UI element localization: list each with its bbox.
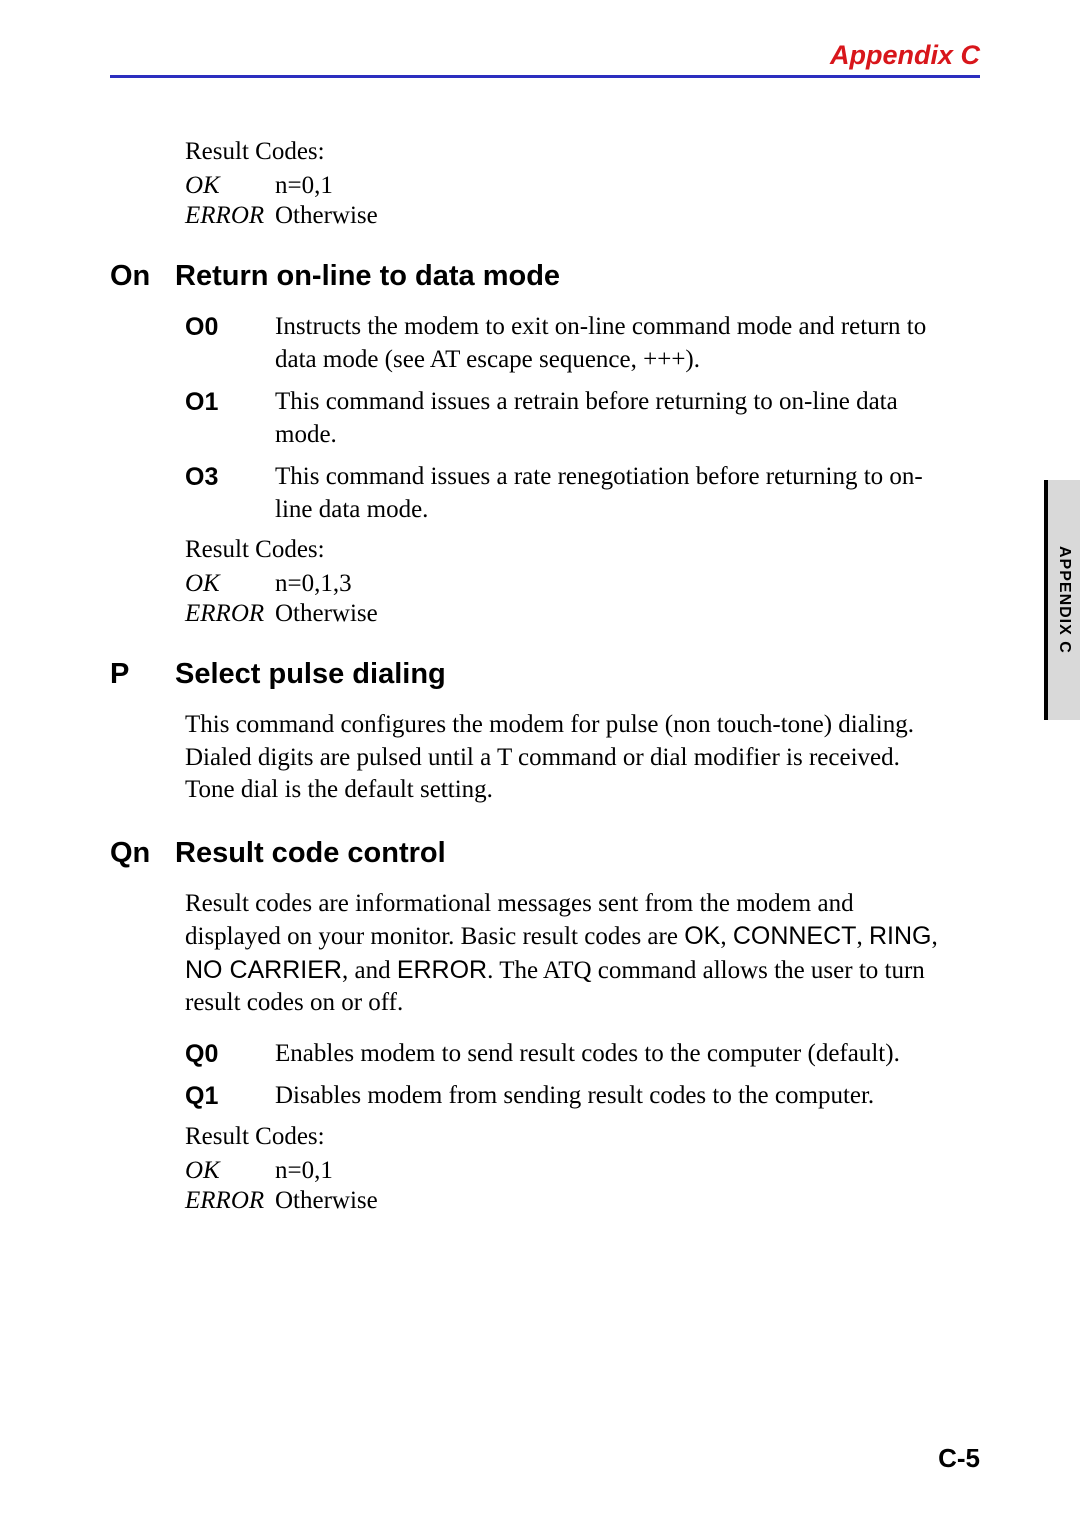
side-tab: APPENDIX C	[1044, 480, 1080, 720]
def-o1: O1 This command issues a retrain before …	[185, 386, 980, 451]
qn-sep4: , and	[342, 957, 397, 984]
rc-ok-row: OK n=0,1	[185, 172, 980, 200]
rc-ok-key: OK	[185, 1157, 275, 1185]
qn-result-codes: Result Codes: OK n=0,1 ERROR Otherwise	[185, 1123, 980, 1215]
def-q0-desc: Enables modem to send result codes to th…	[275, 1038, 980, 1071]
rc-error-key: ERROR	[185, 600, 275, 628]
rc-error-val: Otherwise	[275, 1187, 378, 1215]
heading-p-title: Select pulse dialing	[175, 658, 446, 691]
rc-error-val: Otherwise	[275, 600, 378, 628]
rc-ok-row: OK n=0,1,3	[185, 570, 980, 598]
qn-sep2: ,	[856, 923, 869, 950]
heading-qn-title: Result code control	[175, 837, 446, 870]
rc-error-key: ERROR	[185, 1187, 275, 1215]
def-o0: O0 Instructs the modem to exit on-line c…	[185, 311, 980, 376]
rc-ok-key: OK	[185, 570, 275, 598]
rc-label: Result Codes:	[185, 138, 980, 166]
header-appendix: Appendix C	[830, 40, 980, 70]
def-o3-term: O3	[185, 461, 275, 526]
rc-label: Result Codes:	[185, 536, 980, 564]
rc-error-key: ERROR	[185, 202, 275, 230]
def-q1-desc: Disables modem from sending result codes…	[275, 1080, 980, 1113]
heading-p-code: P	[110, 658, 175, 691]
rc-error-val: Otherwise	[275, 202, 378, 230]
qn-sep3: ,	[931, 923, 937, 950]
rc-ok-val: n=0,1,3	[275, 570, 352, 598]
header-rule: Appendix C	[110, 40, 980, 78]
heading-on-title: Return on-line to data mode	[175, 260, 560, 293]
def-o3: O3 This command issues a rate renegotiat…	[185, 461, 980, 526]
page-number: C-5	[938, 1443, 980, 1474]
heading-qn-code: Qn	[110, 837, 175, 870]
def-o1-desc: This command issues a retrain before ret…	[275, 386, 980, 451]
heading-on: On Return on-line to data mode	[110, 260, 980, 293]
def-q0-term: Q0	[185, 1038, 275, 1071]
def-q0: Q0 Enables modem to send result codes to…	[185, 1038, 980, 1071]
def-o3-desc: This command issues a rate renegotiation…	[275, 461, 980, 526]
qn-kw-ok: OK	[684, 922, 720, 950]
def-o0-term: O0	[185, 311, 275, 376]
def-q1: Q1 Disables modem from sending result co…	[185, 1080, 980, 1113]
heading-qn: Qn Result code control	[110, 837, 980, 870]
page: Appendix C Result Codes: OK n=0,1 ERROR …	[0, 0, 1080, 1529]
on-result-codes: Result Codes: OK n=0,1,3 ERROR Otherwise	[185, 536, 980, 628]
def-o1-term: O1	[185, 386, 275, 451]
def-q1-term: Q1	[185, 1080, 275, 1113]
rc-error-row: ERROR Otherwise	[185, 1187, 980, 1215]
rc-ok-row: OK n=0,1	[185, 1157, 980, 1185]
qn-post1: .	[487, 957, 499, 984]
rc-ok-val: n=0,1	[275, 172, 333, 200]
qn-kw-connect: CONNECT	[733, 922, 857, 950]
rc-ok-val: n=0,1	[275, 1157, 333, 1185]
def-o0-desc: Instructs the modem to exit on-line comm…	[275, 311, 980, 376]
heading-p: P Select pulse dialing	[110, 658, 980, 691]
rc-ok-key: OK	[185, 172, 275, 200]
qn-kw-nocarrier: NO CARRIER	[185, 956, 342, 984]
intro-result-codes: Result Codes: OK n=0,1 ERROR Otherwise	[185, 138, 980, 230]
rc-label: Result Codes:	[185, 1123, 980, 1151]
rc-error-row: ERROR Otherwise	[185, 202, 980, 230]
qn-kw-error: ERROR	[397, 956, 487, 984]
p-paragraph: This command configures the modem for pu…	[185, 709, 950, 807]
qn-sep1: ,	[720, 923, 733, 950]
rc-error-row: ERROR Otherwise	[185, 600, 980, 628]
side-tab-label: APPENDIX C	[1055, 546, 1073, 654]
qn-kw-ring: RING	[869, 922, 932, 950]
heading-on-code: On	[110, 260, 175, 293]
qn-paragraph: Result codes are informational messages …	[185, 888, 950, 1020]
